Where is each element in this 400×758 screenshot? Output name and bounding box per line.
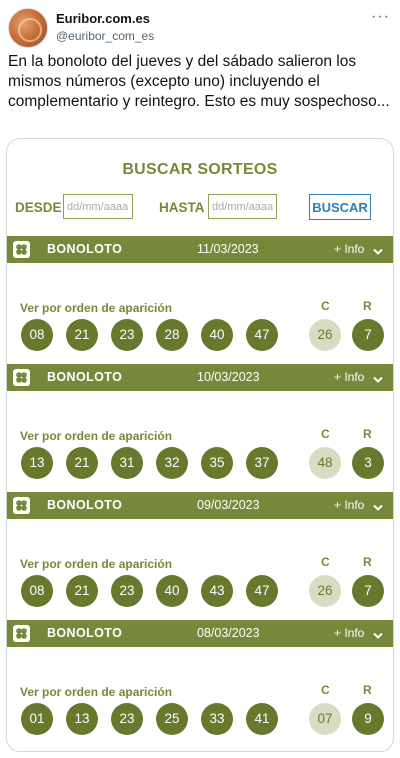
draw-date: 08/03/2023 (197, 626, 260, 640)
game-name: BONOLOTO (47, 498, 123, 512)
order-of-appearance-link[interactable]: Ver por orden de aparición (20, 557, 172, 571)
reintegro-ball: 9 (352, 703, 384, 735)
number-ball: 37 (246, 447, 278, 479)
number-ball: 47 (246, 575, 278, 607)
more-info-link[interactable]: + Info (334, 370, 364, 384)
draw-date: 09/03/2023 (197, 498, 260, 512)
draw-header[interactable]: BONOLOTO 11/03/2023 + Info (7, 236, 393, 263)
to-date-input[interactable] (208, 194, 277, 219)
number-ball: 41 (246, 703, 278, 735)
complementario-ball: 48 (309, 447, 341, 479)
number-ball: 13 (21, 447, 53, 479)
game-name: BONOLOTO (47, 242, 123, 256)
number-ball: 25 (156, 703, 188, 735)
number-ball: 08 (21, 575, 53, 607)
draw-date: 11/03/2023 (197, 242, 259, 256)
chevron-down-icon[interactable] (373, 243, 383, 261)
chevron-down-icon[interactable] (373, 371, 383, 389)
complementario-label: C (321, 299, 330, 313)
chevron-down-icon[interactable] (373, 627, 383, 645)
complementario-label: C (321, 555, 330, 569)
tweet-header: Euribor.com.es @euribor_com_es ··· (8, 8, 392, 48)
complementario-label: C (321, 427, 330, 441)
order-of-appearance-link[interactable]: Ver por orden de aparición (20, 429, 172, 443)
user-handle[interactable]: @euribor_com_es (56, 29, 154, 43)
number-ball: 08 (21, 319, 53, 351)
number-ball: 21 (66, 575, 98, 607)
reintegro-ball: 3 (352, 447, 384, 479)
number-ball: 28 (156, 319, 188, 351)
order-of-appearance-link[interactable]: Ver por orden de aparición (20, 301, 172, 315)
number-ball: 40 (156, 575, 188, 607)
embedded-image[interactable]: BUSCAR SORTEOS DESDE HASTA BUSCAR BONOLO… (6, 138, 394, 752)
number-ball: 23 (111, 703, 143, 735)
draw-header[interactable]: BONOLOTO 10/03/2023 + Info (7, 364, 393, 391)
display-name[interactable]: Euribor.com.es (56, 11, 150, 26)
number-ball: 23 (111, 575, 143, 607)
complementario-ball: 26 (309, 319, 341, 351)
number-ball: 21 (66, 319, 98, 351)
number-ball: 35 (201, 447, 233, 479)
reintegro-label: R (363, 555, 372, 569)
clover-icon (13, 497, 30, 514)
draw-header[interactable]: BONOLOTO 09/03/2023 + Info (7, 492, 393, 519)
number-ball: 01 (21, 703, 53, 735)
reintegro-label: R (363, 683, 372, 697)
number-ball: 23 (111, 319, 143, 351)
clover-icon (13, 625, 30, 642)
draw-header[interactable]: BONOLOTO 08/03/2023 + Info (7, 620, 393, 647)
search-button[interactable]: BUSCAR (309, 194, 371, 220)
more-info-link[interactable]: + Info (334, 242, 364, 256)
more-info-link[interactable]: + Info (334, 498, 364, 512)
reintegro-ball: 7 (352, 575, 384, 607)
from-label: DESDE (15, 200, 62, 215)
game-name: BONOLOTO (47, 626, 123, 640)
complementario-ball: 07 (309, 703, 341, 735)
number-ball: 32 (156, 447, 188, 479)
avatar[interactable] (8, 8, 48, 48)
number-ball: 31 (111, 447, 143, 479)
number-ball: 47 (246, 319, 278, 351)
more-icon[interactable]: ··· (371, 8, 390, 26)
number-ball: 40 (201, 319, 233, 351)
clover-icon (13, 369, 30, 386)
reintegro-label: R (363, 427, 372, 441)
reintegro-ball: 7 (352, 319, 384, 351)
clover-icon (13, 241, 30, 258)
from-date-input[interactable] (63, 194, 133, 219)
number-ball: 21 (66, 447, 98, 479)
complementario-ball: 26 (309, 575, 341, 607)
chevron-down-icon[interactable] (373, 499, 383, 517)
number-ball: 33 (201, 703, 233, 735)
number-ball: 43 (201, 575, 233, 607)
number-ball: 13 (66, 703, 98, 735)
tweet-text: En la bonoloto del jueves y del sábado s… (8, 53, 390, 110)
to-label: HASTA (159, 200, 205, 215)
more-info-link[interactable]: + Info (334, 626, 364, 640)
search-title: BUSCAR SORTEOS (122, 161, 278, 178)
game-name: BONOLOTO (47, 370, 123, 384)
draw-date: 10/03/2023 (197, 370, 260, 384)
order-of-appearance-link[interactable]: Ver por orden de aparición (20, 685, 172, 699)
reintegro-label: R (363, 299, 372, 313)
complementario-label: C (321, 683, 330, 697)
